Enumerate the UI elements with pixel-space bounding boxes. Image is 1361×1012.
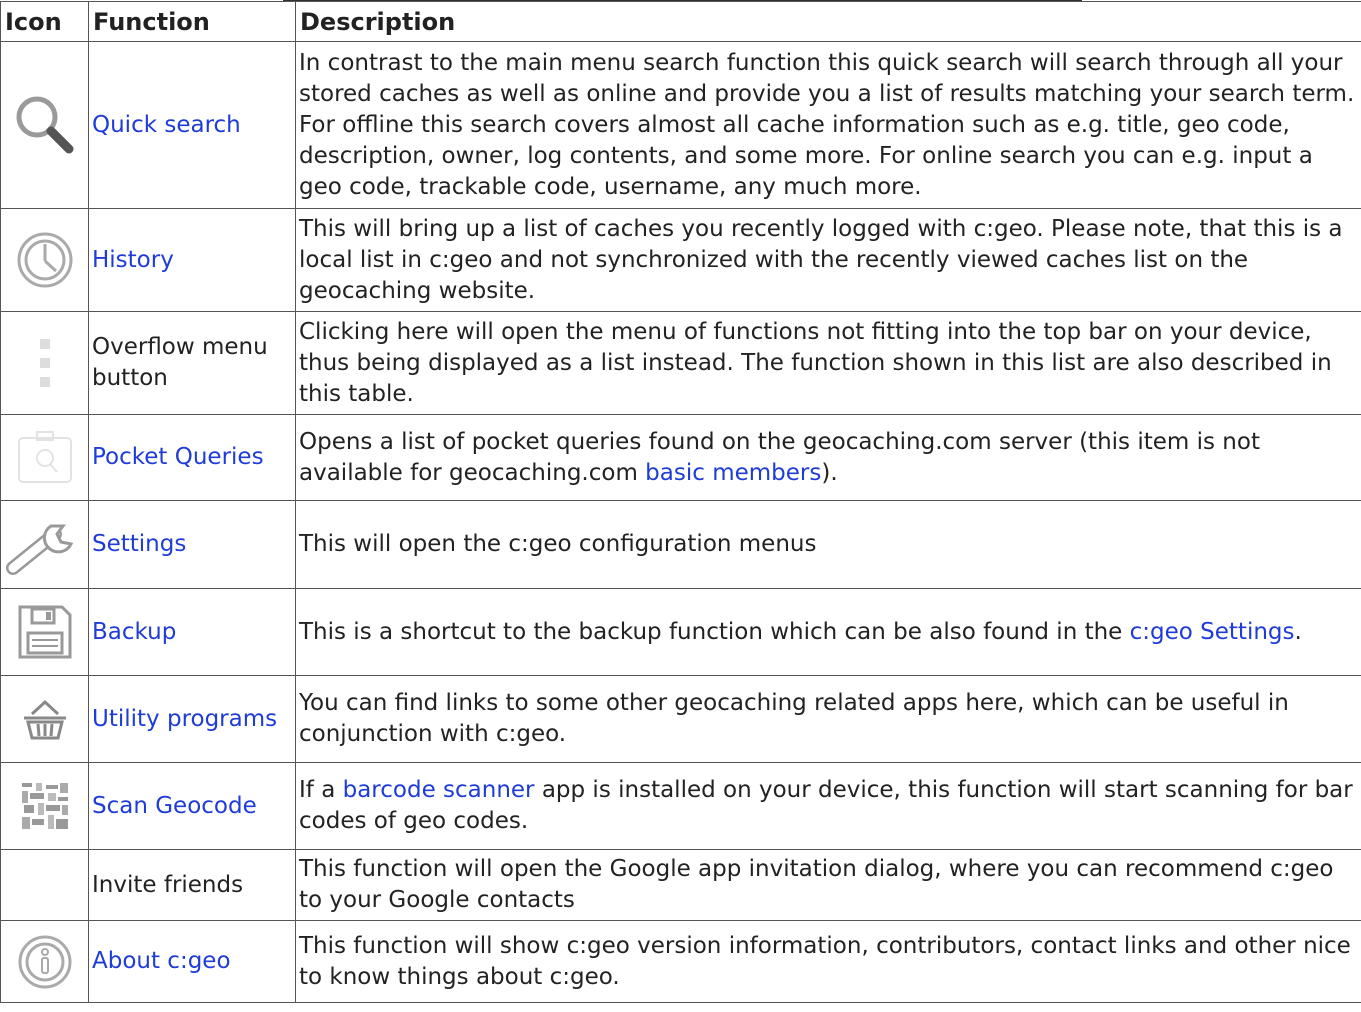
floppy-disk-icon [18, 605, 71, 659]
table-row: Quick search In contrast to the main men… [0, 41, 1361, 209]
cgeo-settings-link[interactable]: c:geo Settings [1130, 619, 1295, 645]
icon-cell [0, 849, 89, 921]
description-cell: This function will open the Google app i… [295, 849, 1361, 921]
description-cell: This will open the c:geo configuration m… [295, 500, 1361, 589]
function-cell: Quick search [88, 41, 296, 209]
description-cell: In contrast to the main menu search func… [295, 41, 1361, 209]
header-description: Description [295, 1, 1361, 42]
description-text: . [1294, 618, 1302, 645]
basket-icon [23, 699, 66, 740]
icon-cell [0, 311, 89, 415]
function-link-pocket-queries[interactable]: Pocket Queries [92, 444, 264, 470]
function-link-utility-programs[interactable]: Utility programs [92, 706, 277, 732]
function-cell: Scan Geocode [88, 762, 296, 850]
description-text: This is a shortcut to the backup functio… [299, 618, 1130, 645]
basic-members-link[interactable]: basic members [645, 460, 821, 486]
table-row: About c:geo This function will show c:ge… [0, 920, 1361, 1003]
functions-table: Icon Function Description Quick search I… [0, 1, 1361, 1003]
function-link-scan-geocode[interactable]: Scan Geocode [92, 793, 257, 819]
barcode-scanner-link[interactable]: barcode scanner [343, 777, 535, 803]
wrench-icon [5, 524, 73, 575]
function-cell: About c:geo [88, 920, 296, 1003]
table-row: Utility programs You can find links to s… [0, 675, 1361, 763]
function-cell: Backup [88, 588, 296, 676]
header-function: Function [88, 1, 296, 42]
function-cell: Overflow menu button [88, 311, 296, 415]
icon-cell [0, 414, 89, 501]
icon-cell [0, 41, 89, 209]
table-row: Pocket Queries Opens a list of pocket qu… [0, 414, 1361, 501]
clock-icon [17, 232, 72, 288]
overflow-dots-icon [39, 339, 50, 387]
table-row: History This will bring up a list of cac… [0, 208, 1361, 312]
function-cell: Invite friends [88, 849, 296, 921]
table-row: Invite friends This function will open t… [0, 849, 1361, 921]
table-row: Overflow menu button Clicking here will … [0, 311, 1361, 415]
pocket-query-icon [17, 430, 72, 483]
description-cell: Clicking here will open the menu of func… [295, 311, 1361, 415]
info-icon [18, 935, 71, 988]
function-cell: History [88, 208, 296, 312]
icon-cell [0, 208, 89, 312]
function-link-quick-search[interactable]: Quick search [92, 112, 241, 138]
description-cell: If a barcode scanner app is installed on… [295, 762, 1361, 850]
description-text: ). [821, 459, 838, 486]
icon-cell [0, 675, 89, 763]
description-text: If a [299, 777, 343, 803]
header-icon: Icon [0, 1, 89, 42]
table-row: Backup This is a shortcut to the backup … [0, 588, 1361, 676]
function-cell: Settings [88, 500, 296, 589]
description-cell: This function will show c:geo version in… [295, 920, 1361, 1003]
table-row: Settings This will open the c:geo config… [0, 500, 1361, 589]
function-link-history[interactable]: History [92, 247, 174, 273]
table-header-row: Icon Function Description [0, 1, 1361, 42]
icon-cell [0, 588, 89, 676]
description-cell: This is a shortcut to the backup functio… [295, 588, 1361, 676]
icon-cell [0, 920, 89, 1003]
function-link-settings[interactable]: Settings [92, 531, 186, 557]
barcode-icon [21, 783, 68, 829]
function-link-about[interactable]: About c:geo [92, 948, 231, 974]
icon-cell [0, 762, 89, 850]
function-cell: Utility programs [88, 675, 296, 763]
description-cell: Opens a list of pocket queries found on … [295, 414, 1361, 501]
icon-cell [0, 500, 89, 589]
magnifier-icon [16, 96, 73, 154]
description-cell: You can find links to some other geocach… [295, 675, 1361, 763]
function-link-backup[interactable]: Backup [92, 619, 176, 645]
description-cell: This will bring up a list of caches you … [295, 208, 1361, 312]
table-row: Scan Geocode If a barcode scanner app is… [0, 762, 1361, 850]
function-cell: Pocket Queries [88, 414, 296, 501]
